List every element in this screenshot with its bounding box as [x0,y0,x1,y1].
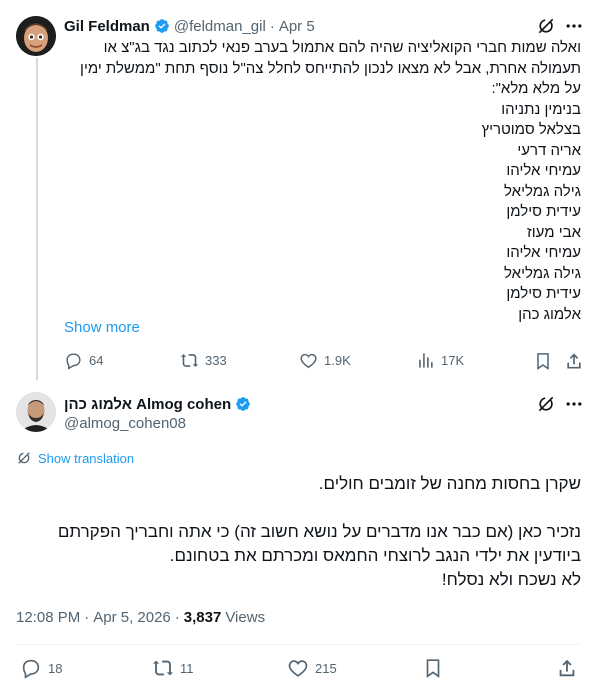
separator-dot: · [84,609,90,626]
repost-button[interactable]: 11 [152,657,194,679]
text-line: עידית סילמן [506,203,581,220]
views-count: 17K [441,353,465,368]
tweet-date[interactable]: Apr 5, 2026 [93,609,171,626]
text-line: תעמולה אחרת, אבל לא מצאו לנכון להתייחס ל… [80,59,581,77]
text-line: שקרן בחסות מחנה של זומבים חולים. [318,474,581,493]
translate-icon [18,452,30,464]
verified-badge-icon [154,18,170,34]
reply-icon [22,659,40,679]
quoted-author-handle[interactable]: @feldman_gil [174,18,266,35]
text-line: בנימין נתניהו [501,100,581,118]
view-count: 3,837 [183,609,222,626]
quoted-tweet-header: Gil Feldman @feldman_gil · Apr 5 [64,16,315,36]
reply-button[interactable]: 18 [20,657,62,679]
analytics-icon [419,353,433,368]
show-more-link[interactable]: Show more [64,319,140,336]
show-translation-link[interactable]: Show translation [16,450,134,466]
bookmark-icon [426,659,440,678]
gil-feldman-avatar[interactable] [16,16,56,56]
separator-dot: · [174,609,180,626]
text-line: ביודעין את ילדי הנגב לרוצחי החמאס ומכרתם… [169,546,581,565]
quoted-tweet-date[interactable]: Apr 5 [279,18,315,35]
share-button[interactable] [564,351,584,376]
text-line: אלמוג כהן [518,305,581,323]
like-count: 1.9K [324,353,351,368]
tweet-time[interactable]: 12:08 PM [16,609,80,626]
bookmark-button[interactable] [533,351,553,376]
main-author-handle[interactable]: @almog_cohen08 [64,415,186,432]
quoted-author-name[interactable]: Gil Feldman [64,18,150,35]
divider [16,644,581,645]
bookmark-icon [537,353,549,370]
repost-count: 11 [180,660,194,676]
reply-count: 64 [89,353,104,368]
views-label: Views [225,609,266,626]
reply-button[interactable]: 64 [64,351,103,370]
text-line: גילה גמליאל [504,182,581,200]
show-translation-label: Show translation [38,450,135,466]
like-button[interactable]: 1.9K [299,351,351,370]
heart-icon [288,660,308,677]
repost-button[interactable]: 333 [180,351,227,370]
text-line: לא נשכח ולא נסלח! [441,570,581,589]
verified-badge-icon [235,396,251,412]
grok-icon[interactable] [536,394,556,414]
text-line [16,496,581,520]
more-options-icon[interactable] [564,394,584,414]
tweet-meta: 12:08 PM · Apr 5, 2026 · 3,837 Views [16,609,265,626]
text-line: נזכיר כאן (אם כבר אנו מדברים על נושא חשו… [57,522,581,541]
repost-count: 333 [205,353,227,368]
like-count: 215 [315,660,337,676]
share-button[interactable] [556,657,578,684]
reply-icon [66,353,81,370]
more-options-icon[interactable] [564,16,584,36]
repost-icon [180,354,199,367]
text-line: בצלאל סמוטריץ [481,121,581,138]
share-icon [559,659,575,677]
like-button[interactable]: 215 [287,657,337,679]
grok-icon[interactable] [536,16,556,36]
main-tweet-text: שקרן בחסות מחנה של זומבים חולים. נזכיר כ… [16,472,581,592]
text-line: ואלה שמות חברי הקואליציה שהיה להם אתמול … [103,39,581,56]
quoted-tweet-text: ואלה שמות חברי הקואליציה שהיה להם אתמול … [64,38,581,325]
text-line: אבי מעוז [526,223,581,241]
almog-cohen-avatar[interactable] [16,392,56,432]
main-author-name[interactable]: אלמוג כהן Almog cohen [64,396,231,413]
text-line: אריה דרעי [517,141,581,159]
reply-count: 18 [48,660,63,676]
repost-icon [152,660,174,676]
views-button[interactable]: 17K [416,351,464,370]
text-line: על מלא מלא": [491,80,581,97]
separator-dot: · [269,17,275,35]
heart-icon [300,353,317,369]
text-line: עידית סילמן [506,285,581,302]
thread-connector-line [36,58,38,380]
text-line: גילה גמליאל [504,264,581,282]
bookmark-button[interactable] [422,657,444,684]
main-tweet-author: אלמוג כהן Almog cohen [64,394,251,414]
text-line: עמיחי אליהו [506,244,581,261]
text-line: עמיחי אליהו [506,162,581,179]
share-icon [567,353,581,369]
